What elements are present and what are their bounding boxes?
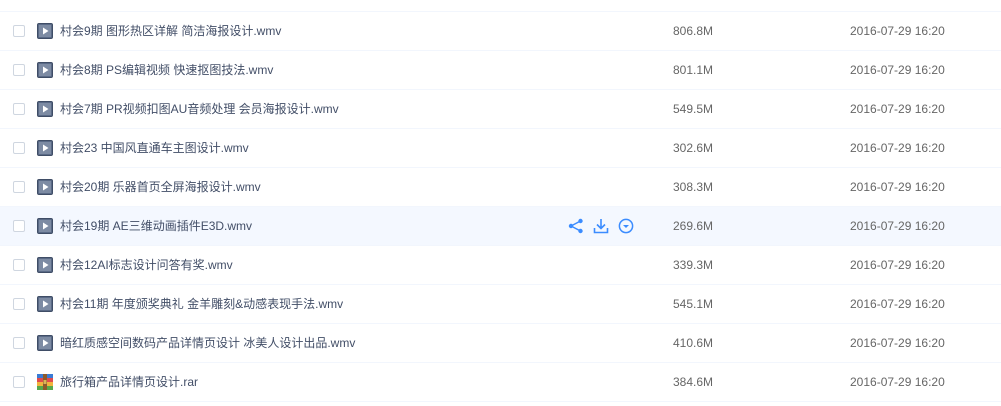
row-checkbox[interactable] [13,337,25,349]
row-checkbox[interactable] [13,259,25,271]
video-file-icon [37,335,53,351]
download-icon[interactable] [593,218,609,234]
video-file-icon [37,140,53,156]
modified-date: 2016-07-29 16:20 [850,375,945,389]
video-file-icon [37,62,53,78]
modified-date: 2016-07-29 16:20 [850,180,945,194]
modified-date: 2016-07-29 16:20 [850,336,945,350]
file-row[interactable]: 村会20期 乐器首页全屏海报设计.wmv 308.3M 2016-07-29 16:… [0,168,1001,207]
file-name-link[interactable]: 村会8期 PS编辑视频 快速抠图技法.wmv [60,51,273,89]
file-size: 384.6M [673,375,714,389]
row-checkbox[interactable] [13,181,25,193]
row-checkbox[interactable] [13,25,25,37]
file-row[interactable]: 村会12AI标志设计问答有奖.wmv 339.3M 2016-07-29 16:20 [0,246,1001,285]
file-row[interactable]: 村会11期 年度颁奖典礼 金羊雕刻&动感表现手法.wmv 545.1M 2016-0… [0,285,1001,324]
file-size: 410.6M [673,336,714,350]
video-file-icon [37,101,53,117]
row-checkbox[interactable] [13,64,25,76]
video-file-icon [37,179,53,195]
file-name-link[interactable]: 村会9期 图形热区详解 简洁海报设计.wmv [60,12,281,50]
file-row[interactable]: 村会23 中国风直通车主图设计.wmv 302.6M 2016-07-29 16:2… [0,129,1001,168]
file-size: 302.6M [673,141,714,155]
file-name-link[interactable]: 旅行箱产品详情页设计.rar [60,363,198,401]
file-size: 339.3M [673,258,714,272]
modified-date: 2016-07-29 16:20 [850,219,945,233]
modified-date: 2016-07-29 16:20 [850,258,945,272]
file-name-link[interactable]: 村会12AI标志设计问答有奖.wmv [60,246,233,284]
file-list: 村会9期 图形热区详解 简洁海报设计.wmv 806.8M 2016-07-29 1… [0,0,1001,406]
file-size: 549.5M [673,102,714,116]
row-checkbox[interactable] [13,298,25,310]
modified-date: 2016-07-29 16:20 [850,102,945,116]
file-name-link[interactable]: 暗红质感空间数码产品详情页设计 冰美人设计出品.wmv [60,324,355,362]
modified-date: 2016-07-29 16:20 [850,24,945,38]
row-checkbox[interactable] [13,220,25,232]
video-file-icon [37,296,53,312]
share-icon[interactable] [568,218,584,234]
file-size: 308.3M [673,180,714,194]
file-name-link[interactable]: 村会20期 乐器首页全屏海报设计.wmv [60,168,261,206]
file-row[interactable]: 村会19期 AE三维动画插件E3D.wmv 269.6M 2016-07-29 16… [0,207,1001,246]
file-size: 801.1M [673,63,714,77]
list-top-divider [0,0,1001,12]
video-file-icon [37,257,53,273]
row-checkbox[interactable] [13,142,25,154]
file-rows: 村会9期 图形热区详解 简洁海报设计.wmv 806.8M 2016-07-29 1… [0,12,1001,402]
row-checkbox[interactable] [13,103,25,115]
file-name-link[interactable]: 村会19期 AE三维动画插件E3D.wmv [60,207,252,245]
file-row[interactable]: 村会8期 PS编辑视频 快速抠图技法.wmv 801.1M 2016-07-29 1… [0,51,1001,90]
video-file-icon [37,23,53,39]
modified-date: 2016-07-29 16:20 [850,141,945,155]
file-row[interactable]: 村会9期 图形热区详解 简洁海报设计.wmv 806.8M 2016-07-29 1… [0,12,1001,51]
video-file-icon [37,218,53,234]
file-row[interactable]: 村会7期 PR视频扣图AU音频处理 会员海报设计.wmv 549.5M 2016-0… [0,90,1001,129]
file-name-link[interactable]: 村会7期 PR视频扣图AU音频处理 会员海报设计.wmv [60,90,339,128]
file-name-link[interactable]: 村会23 中国风直通车主图设计.wmv [60,129,249,167]
file-size: 269.6M [673,219,714,233]
file-size: 545.1M [673,297,714,311]
file-name-link[interactable]: 村会11期 年度颁奖典礼 金羊雕刻&动感表现手法.wmv [60,285,343,323]
file-row[interactable]: 暗红质感空间数码产品详情页设计 冰美人设计出品.wmv 410.6M 2016-07… [0,324,1001,363]
chevron-down-circle-icon[interactable] [618,218,634,234]
modified-date: 2016-07-29 16:20 [850,297,945,311]
modified-date: 2016-07-29 16:20 [850,63,945,77]
row-checkbox[interactable] [13,376,25,388]
file-row[interactable]: 旅行箱产品详情页设计.rar 384.6M 2016-07-29 16:20 [0,363,1001,402]
file-size: 806.8M [673,24,714,38]
archive-file-icon [37,374,53,390]
